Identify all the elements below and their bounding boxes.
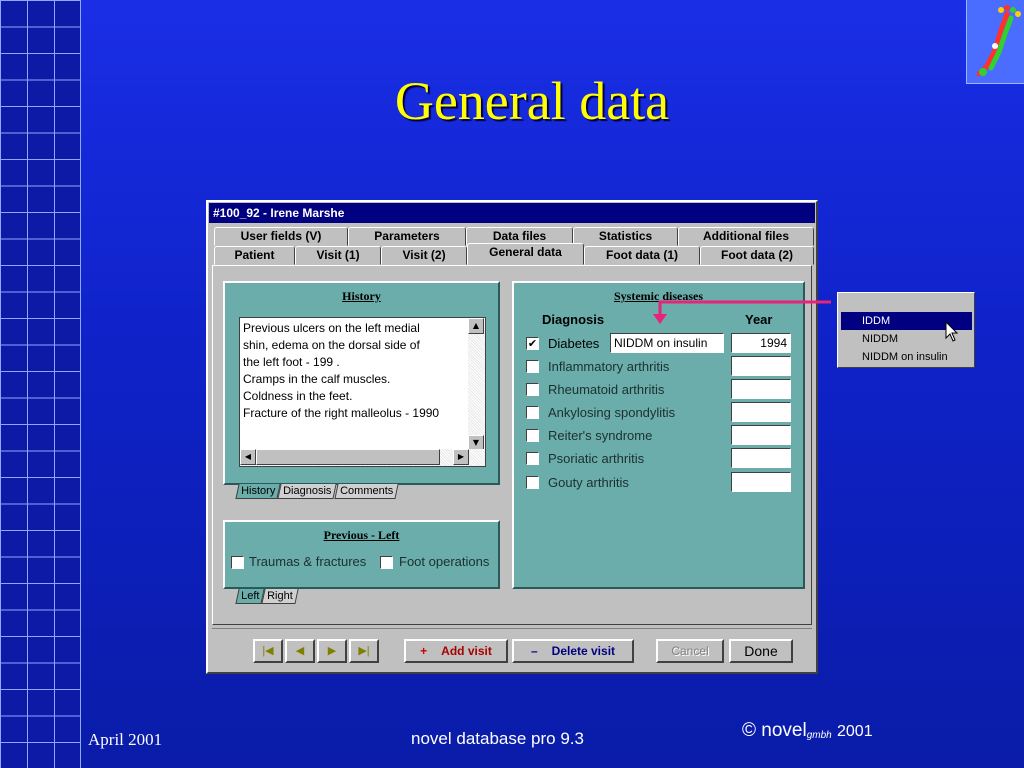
reiters-syndrome-checkbox[interactable] <box>526 429 539 442</box>
rheumatoid-arthritis-label: Rheumatoid arthritis <box>548 382 665 397</box>
rheumatoid-arthritis-checkbox[interactable] <box>526 383 539 396</box>
history-textarea[interactable]: Previous ulcers on the left medial shin,… <box>239 317 486 467</box>
rheumatoid-arthritis-year-field[interactable] <box>731 379 791 399</box>
gouty-arthritis-year-field[interactable] <box>731 472 791 492</box>
subtab-diagnosis[interactable]: Diagnosis <box>277 484 338 499</box>
footer-year: 2001 <box>837 723 873 740</box>
subtab-label: Left <box>241 590 260 602</box>
delete-visit-button[interactable]: – Delete visit <box>512 639 634 663</box>
add-visit-label: Add visit <box>441 644 492 658</box>
ankylosing-spondylitis-checkbox[interactable] <box>526 406 539 419</box>
mouse-cursor-icon <box>945 321 959 342</box>
tab-foot-data-1[interactable]: Foot data (1) <box>584 246 700 265</box>
ankylosing-spondylitis-year-field[interactable] <box>731 402 791 422</box>
diabetes-checkbox[interactable]: ✔ <box>526 337 539 350</box>
tab-statistics[interactable]: Statistics <box>573 227 678 246</box>
tab-foot-data-2[interactable]: Foot data (2) <box>700 246 814 265</box>
footer-date: April 2001 <box>88 730 163 749</box>
history-text: Previous ulcers on the left medial shin,… <box>243 320 467 422</box>
add-visit-button[interactable]: + Add visit <box>404 639 508 663</box>
subtab-label: History <box>241 485 276 497</box>
subtab-history[interactable]: History <box>235 484 281 499</box>
reiters-syndrome-year-field[interactable] <box>731 425 791 445</box>
scroll-left-icon[interactable]: ◀ <box>240 449 256 465</box>
systemic-diseases-panel: Systemic diseases Diagnosis Year ✔ Diabe… <box>512 281 805 589</box>
history-horizontal-scrollbar[interactable]: ◀ ▶ <box>240 449 485 466</box>
dropdown-option-niddm-on-insulin[interactable]: NIDDM on insulin <box>841 348 972 366</box>
previous-record-button[interactable]: ◀ <box>285 639 315 663</box>
inflammatory-arthritis-checkbox[interactable] <box>526 360 539 373</box>
inflammatory-arthritis-label: Inflammatory arthritis <box>548 359 670 374</box>
history-line: shin, edema on the dorsal side of <box>243 338 420 352</box>
footer-copyright: © novelgmbh 2001 <box>742 720 873 742</box>
connector-arrow-icon <box>653 300 831 324</box>
psoriatic-arthritis-year-field[interactable] <box>731 448 791 468</box>
diabetes-year-field[interactable]: 1994 <box>731 333 791 353</box>
done-button[interactable]: Done <box>729 639 793 663</box>
tab-general-data[interactable]: General data <box>467 243 584 265</box>
tab-user-fields[interactable]: User fields (V) <box>214 227 348 246</box>
subtab-label: Right <box>267 590 294 602</box>
delete-visit-label: Delete visit <box>551 644 616 658</box>
psoriatic-arthritis-label: Psoriatic arthritis <box>548 451 645 466</box>
first-record-button[interactable]: |◀ <box>253 639 283 663</box>
subtab-comments[interactable]: Comments <box>333 484 399 499</box>
history-panel: History Previous ulcers on the left medi… <box>223 281 500 499</box>
footer-brand: novel <box>761 720 807 741</box>
history-line: Coldness in the feet. <box>243 389 353 403</box>
history-vertical-scrollbar[interactable]: ▲ ▼ <box>468 318 485 451</box>
copyright-icon: © <box>742 720 756 741</box>
footer-product: novel database pro 9.3 <box>411 729 584 748</box>
scroll-thumb[interactable] <box>256 449 440 465</box>
next-record-button[interactable]: ▶ <box>317 639 347 663</box>
previous-left-panel: Previous - Left Traumas & fractures Foot… <box>223 520 500 604</box>
subtab-left[interactable]: Left <box>235 589 265 604</box>
history-title: History <box>342 289 381 303</box>
subtab-label: Comments <box>339 485 393 497</box>
history-subtabs: History Diagnosis Comments <box>235 484 399 499</box>
ankylosing-spondylitis-label: Ankylosing spondylitis <box>548 405 676 420</box>
scroll-right-icon[interactable]: ▶ <box>453 449 469 465</box>
tab-parameters[interactable]: Parameters <box>348 227 466 246</box>
history-line: Fracture of the right malleolus - 1990 <box>243 406 440 420</box>
plus-icon: + <box>420 644 428 658</box>
previous-title: Previous - Left <box>323 528 400 542</box>
operations-checkbox[interactable] <box>380 556 393 569</box>
operations-label: Foot operations <box>399 554 490 569</box>
traumas-checkbox[interactable] <box>231 556 244 569</box>
tab-row-front: Patient Visit (1) Visit (2) General data… <box>214 243 814 265</box>
patient-window: #100_92 - Irene Marshe User fields (V) P… <box>206 200 818 674</box>
slide-title: General data <box>394 71 670 131</box>
history-line: Cramps in the calf muscles. <box>243 372 391 386</box>
diabetes-label: Diabetes <box>548 336 600 351</box>
scroll-up-icon[interactable]: ▲ <box>468 318 484 334</box>
tab-visit-1[interactable]: Visit (1) <box>295 246 381 265</box>
history-line: Previous ulcers on the left medial <box>243 321 420 335</box>
tab-additional-files[interactable]: Additional files <box>678 227 814 246</box>
diabetes-type-field[interactable]: NIDDM on insulin <box>610 333 724 353</box>
gouty-arthritis-label: Gouty arthritis <box>548 475 629 490</box>
footer-brand-sub: gmbh <box>806 730 832 741</box>
psoriatic-arthritis-checkbox[interactable] <box>526 452 539 465</box>
tab-patient[interactable]: Patient <box>214 246 295 265</box>
previous-subtabs: Left Right <box>235 589 299 604</box>
reiters-syndrome-label: Reiter's syndrome <box>548 428 653 443</box>
gouty-arthritis-checkbox[interactable] <box>526 476 539 489</box>
last-record-button[interactable]: ▶| <box>349 639 379 663</box>
tab-visit-2[interactable]: Visit (2) <box>381 246 467 265</box>
history-line: the left foot - 199 . <box>243 355 340 369</box>
traumas-label: Traumas & fractures <box>249 554 367 569</box>
inflammatory-arthritis-year-field[interactable] <box>731 356 791 376</box>
diagnosis-header: Diagnosis <box>542 312 605 327</box>
subtab-label: Diagnosis <box>283 485 332 497</box>
subtab-right[interactable]: Right <box>261 589 299 604</box>
button-bar: |◀ ◀ ▶ ▶| + Add visit – Delete visit Cance… <box>212 628 812 668</box>
cancel-button[interactable]: Cancel <box>656 639 724 663</box>
window-title: #100_92 - Irene Marshe <box>209 203 815 223</box>
minus-icon: – <box>530 644 538 658</box>
